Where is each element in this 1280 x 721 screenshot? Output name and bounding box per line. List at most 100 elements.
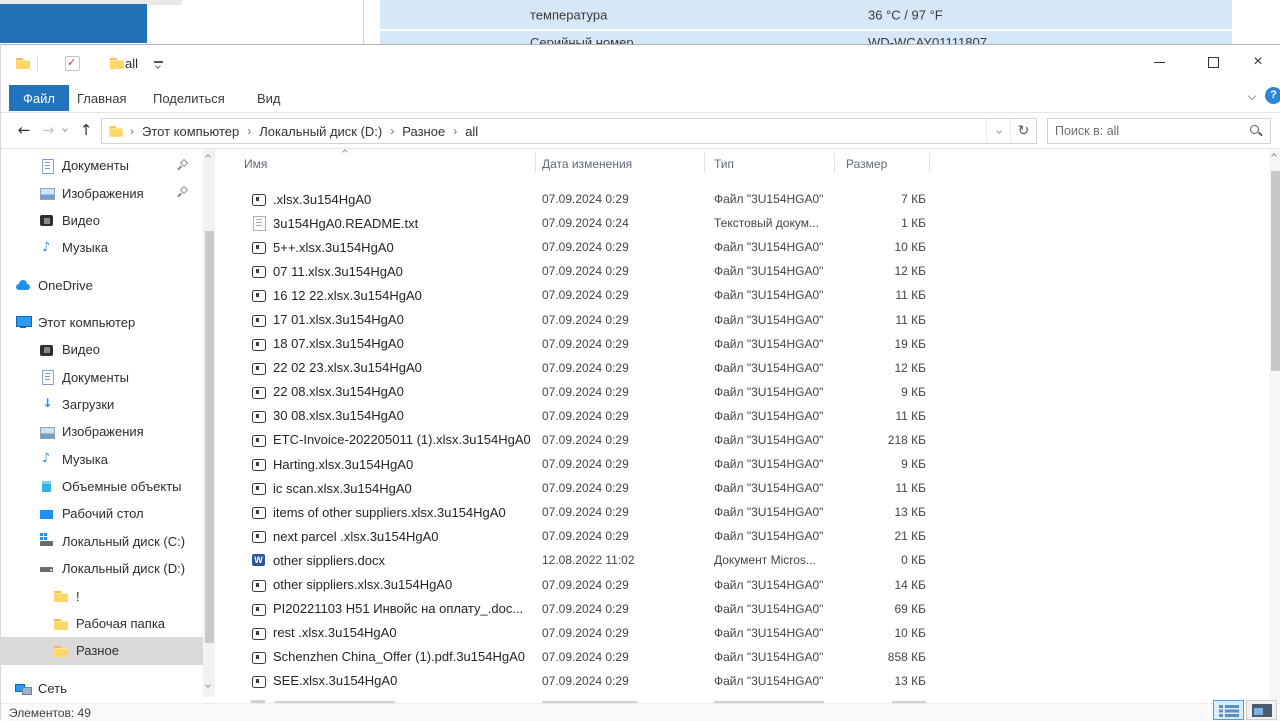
sidebar-item-0[interactable]: Документы <box>1 152 203 179</box>
sidebar-item-11[interactable]: Объемные объекты <box>1 473 203 500</box>
sidebar-scrollbar-thumb[interactable] <box>205 231 214 643</box>
sidebar-item-14[interactable]: Локальный диск (D:) <box>1 555 203 582</box>
tab-view[interactable]: Вид <box>243 85 295 111</box>
forward-button[interactable]: → <box>37 121 59 139</box>
sidebar-item-6[interactable]: Видео <box>1 336 203 363</box>
file-size: 10 КБ <box>846 626 926 640</box>
desktop-icon <box>39 506 55 522</box>
file-list-scrollbar-thumb[interactable] <box>1271 171 1280 371</box>
scroll-up-icon[interactable] <box>205 154 211 160</box>
scroll-down-icon[interactable] <box>205 682 211 688</box>
maximize-button[interactable] <box>1190 45 1236 79</box>
history-dropdown-icon[interactable] <box>62 126 68 132</box>
sidebar-item-15[interactable]: ! <box>1 582 203 609</box>
sidebar-item-7[interactable]: Документы <box>1 363 203 390</box>
search-input[interactable] <box>1055 121 1240 141</box>
sidebar-item-5[interactable]: Этот компьютер <box>1 309 203 336</box>
generic-file-icon <box>251 432 267 448</box>
file-row-9[interactable]: 30 08.xlsx.3u154HgA007.09.2024 0:29Файл … <box>217 404 1269 428</box>
sidebar-item-3[interactable]: Музыка <box>1 234 203 261</box>
file-row-6[interactable]: 18 07.xlsx.3u154HgA007.09.2024 0:29Файл … <box>217 332 1269 356</box>
column-header-size[interactable]: Размер <box>846 157 887 171</box>
file-size: 7 КБ <box>846 192 926 206</box>
thumbnail-view-button[interactable] <box>1246 700 1277 720</box>
tab-file[interactable]: Файл <box>9 85 69 111</box>
column-separator[interactable] <box>929 153 930 173</box>
address-box[interactable]: › Этот компьютер › Локальный диск (D:) ›… <box>101 118 1037 144</box>
ribbon-collapse-icon[interactable] <box>1248 92 1256 100</box>
file-size: 1 КБ <box>846 216 926 230</box>
ribbon-tab-bar: Файл Главная Поделиться Вид ? <box>1 83 1280 113</box>
close-button[interactable]: × <box>1235 45 1280 79</box>
file-row-1[interactable]: 3u154HgA0.README.txt07.09.2024 0:24Текст… <box>217 211 1269 235</box>
crumb-raznoe[interactable]: Разное <box>400 124 447 139</box>
sidebar-item-17[interactable]: Разное <box>1 637 203 664</box>
tab-home[interactable]: Главная <box>63 85 140 111</box>
file-row-19[interactable]: Schenzhen China_Offer (1).pdf.3u154HgA00… <box>217 645 1269 669</box>
up-button[interactable]: ↑ <box>75 121 97 139</box>
file-row-3[interactable]: 07 11.xlsx.3u154HgA007.09.2024 0:29Файл … <box>217 259 1269 283</box>
sidebar-item-16[interactable]: Рабочая папка <box>1 610 203 637</box>
scroll-up-icon[interactable] <box>1271 153 1277 159</box>
sidebar-item-1[interactable]: Изображения <box>1 179 203 206</box>
file-row-0[interactable]: .xlsx.3u154HgA007.09.2024 0:29Файл "3U15… <box>217 187 1269 211</box>
file-list-area: Имя Дата изменения Тип Размер .xlsx.3u15… <box>217 149 1269 703</box>
file-row-11[interactable]: Harting.xlsx.3u154HgA007.09.2024 0:29Фай… <box>217 452 1269 476</box>
column-header-type[interactable]: Тип <box>714 157 734 171</box>
crumb-disk-d[interactable]: Локальный диск (D:) <box>257 124 384 139</box>
info-row-serial: Серийный номер WD-WCAY01111807 <box>380 31 1232 44</box>
file-name: Harting.xlsx.3u154HgA0 <box>273 457 542 472</box>
tab-share[interactable]: Поделиться <box>139 85 239 111</box>
file-list-scrollbar[interactable] <box>1269 149 1280 703</box>
sidebar-scrollbar[interactable] <box>203 149 215 697</box>
file-name: items of other suppliers.xlsx.3u154HgA0 <box>273 505 542 520</box>
details-view-icon <box>1219 705 1223 708</box>
back-button[interactable]: ← <box>13 121 35 139</box>
file-date: 07.09.2024 0:29 <box>542 313 714 327</box>
column-separator[interactable] <box>535 153 536 173</box>
file-row-18[interactable]: rest .xlsx.3u154HgA007.09.2024 0:29Файл … <box>217 621 1269 645</box>
file-row-16[interactable]: other sippliers.xlsx.3u154HgA007.09.2024… <box>217 573 1269 597</box>
sidebar-item-8[interactable]: Загрузки <box>1 391 203 418</box>
search-icon[interactable] <box>1249 124 1264 139</box>
file-row-13[interactable]: items of other suppliers.xlsx.3u154HgA00… <box>217 500 1269 524</box>
details-view-button[interactable] <box>1213 700 1244 720</box>
file-row-20[interactable]: SEE.xlsx.3u154HgA007.09.2024 0:29Файл "3… <box>217 669 1269 693</box>
column-separator[interactable] <box>704 153 705 173</box>
file-row-2[interactable]: 5++.xlsx.3u154HgA007.09.2024 0:29Файл "3… <box>217 235 1269 259</box>
column-header-date[interactable]: Дата изменения <box>542 157 632 171</box>
address-dropdown-icon[interactable] <box>986 119 1010 143</box>
file-row-4[interactable]: 16 12 22.xlsx.3u154HgA007.09.2024 0:29Фа… <box>217 283 1269 307</box>
sidebar-item-12[interactable]: Рабочий стол <box>1 500 203 527</box>
file-date: 07.09.2024 0:29 <box>542 433 714 447</box>
file-row-17[interactable]: PI20221103 H51 Инвойс на оплату_.doc...0… <box>217 597 1269 621</box>
file-row-5[interactable]: 17 01.xlsx.3u154HgA007.09.2024 0:29Файл … <box>217 307 1269 331</box>
file-row-10[interactable]: ETC-Invoice-202205011 (1).xlsx.3u154HgA0… <box>217 428 1269 452</box>
file-date: 07.09.2024 0:29 <box>542 602 714 616</box>
sidebar-item-9[interactable]: Изображения <box>1 418 203 445</box>
qat-customize-icon[interactable] <box>153 58 165 72</box>
sidebar-item-2[interactable]: Видео <box>1 207 203 234</box>
sidebar-item-label: Объемные объекты <box>62 479 182 494</box>
file-row-15[interactable]: other sippliers.docx12.08.2022 11:02Доку… <box>217 548 1269 572</box>
column-separator[interactable] <box>834 153 835 173</box>
file-row-14[interactable]: next parcel .xlsx.3u154HgA007.09.2024 0:… <box>217 524 1269 548</box>
column-header-name[interactable]: Имя <box>244 157 267 171</box>
qat-properties-icon[interactable] <box>64 55 80 71</box>
sidebar-item-13[interactable]: Локальный диск (C:) <box>1 528 203 555</box>
file-row-8[interactable]: 22 08.xlsx.3u154HgA007.09.2024 0:29Файл … <box>217 380 1269 404</box>
file-size: 11 КБ <box>846 313 926 327</box>
file-row-7[interactable]: 22 02 23.xlsx.3u154HgA007.09.2024 0:29Фа… <box>217 356 1269 380</box>
partial-file-row[interactable] <box>217 693 1269 703</box>
generic-file-icon <box>251 601 267 617</box>
sidebar-item-10[interactable]: Музыка <box>1 446 203 473</box>
sidebar-item-18[interactable]: Сеть <box>1 674 203 701</box>
qat-new-folder-icon[interactable] <box>109 55 125 71</box>
crumb-all[interactable]: all <box>463 124 480 139</box>
crumb-this-pc[interactable]: Этот компьютер <box>140 124 241 139</box>
help-icon[interactable]: ? <box>1265 87 1280 104</box>
refresh-icon[interactable]: ↻ <box>1010 119 1036 143</box>
sidebar-item-4[interactable]: OneDrive <box>1 271 203 298</box>
file-row-12[interactable]: ic scan.xlsx.3u154HgA007.09.2024 0:29Фай… <box>217 476 1269 500</box>
minimize-button[interactable] <box>1136 45 1182 79</box>
